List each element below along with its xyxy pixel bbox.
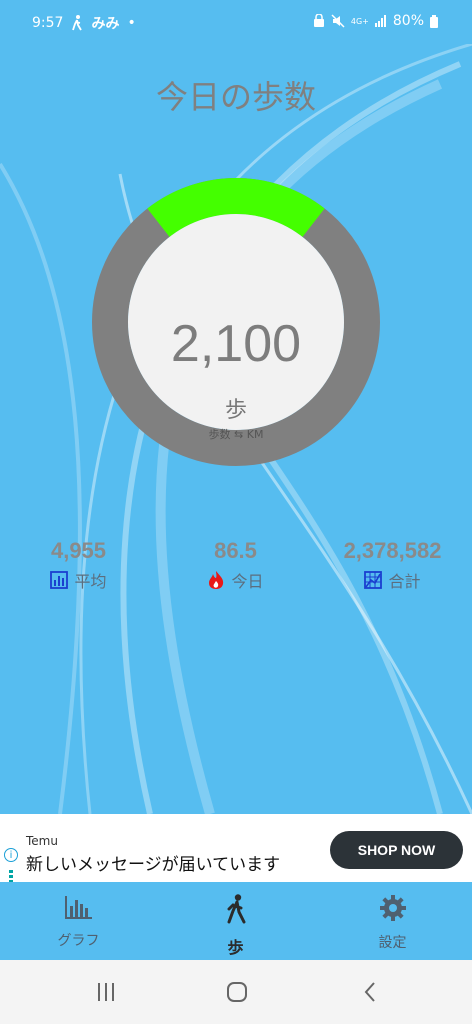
status-bar: 9:57 みみ • 4G+ 80% [0,0,472,44]
app-badge: みみ [91,16,120,32]
stat-average-value: 4,955 [50,538,107,563]
status-right: 4G+ 80% [313,13,438,29]
page-title: 今日の歩数 [155,78,316,116]
home-icon[interactable] [226,981,248,1003]
ad-brand: Temu [26,834,58,848]
bottom-nav: グラフ 歩 設定 [0,882,472,960]
network-label: 4G+ [350,16,369,26]
stat-average: 4,955 平均 [0,538,157,592]
shop-now-button[interactable]: SHOP NOW [330,831,463,869]
flame-icon [209,571,224,589]
stat-today-label: 今日 [231,572,264,591]
nav-steps[interactable]: 歩 [157,894,314,958]
main-area: 今日の歩数 2,100 歩 歩数 ⇆ KM 4,955 平均 86.5 今日 2… [0,44,472,814]
stat-total-value: 2,378,582 [343,538,442,563]
stat-today-value: 86.5 [214,538,257,563]
stat-today: 86.5 今日 [157,538,314,592]
unit-toggle[interactable]: 歩数 ⇆ KM [128,426,344,442]
status-dot: • [127,15,136,31]
nav-settings[interactable]: 設定 [314,894,471,952]
stat-total-label: 合計 [388,572,421,591]
battery-percent: 80% [392,13,424,29]
grid-chart-icon [364,571,383,589]
recent-apps-icon[interactable] [96,982,116,1002]
walk-icon [227,894,245,924]
steps-unit: 歩 [224,398,247,423]
stat-total-label-row: 合計 [314,568,471,592]
step-gauge: 2,100 歩 歩数 ⇆ KM [92,178,380,466]
nav-settings-label: 設定 [378,935,407,951]
status-left: 9:57 みみ • [32,13,136,33]
graph-icon [64,896,92,919]
system-nav-bar [0,960,472,1024]
ad-banner[interactable]: i Temu 新しいメッセージが届いています SHOP NOW [0,814,472,884]
ad-message: 新しいメッセージが届いています [26,855,281,875]
stat-total: 2,378,582 合計 [314,538,471,592]
stat-average-label-row: 平均 [0,568,157,592]
back-icon[interactable] [362,981,378,1003]
nav-steps-label: 歩 [227,938,244,957]
battery-icon [430,14,438,28]
ad-info-icon[interactable]: i [4,848,18,862]
bar-chart-icon [50,571,69,589]
mute-icon [331,14,345,28]
status-time: 9:57 [32,15,64,31]
signal-icon [374,15,386,27]
nav-graph-label: グラフ [57,933,100,949]
walking-status-icon [72,15,83,31]
steps-value: 2,100 [170,315,302,373]
gauge-center: 2,100 歩 歩数 ⇆ KM [128,214,344,441]
nav-graph[interactable]: グラフ [0,894,157,950]
stat-average-label: 平均 [74,572,107,591]
lock-status-icon [313,14,324,27]
stat-today-label-row: 今日 [157,568,314,592]
gear-icon [379,895,406,921]
